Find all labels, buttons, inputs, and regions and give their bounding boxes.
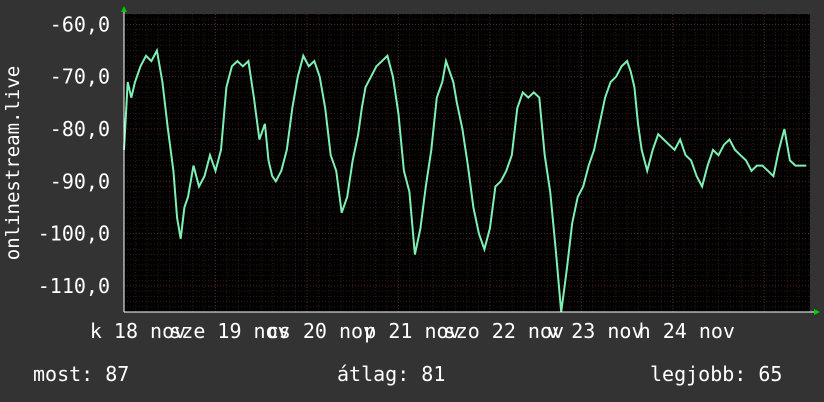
y-axis-ticks: -60,0 -70,0 -80,0 -90,0 -100,0 -110,0	[38, 12, 110, 297]
y-axis-arrow	[121, 6, 127, 12]
stat-current: most: 87	[33, 362, 130, 386]
x-tick-label: szo 22 nov	[444, 319, 564, 343]
y-tick-label: -70,0	[50, 65, 110, 89]
x-axis-ticks: k 18 novsze 19 novcs 20 novp 21 novszo 2…	[90, 319, 735, 343]
y-tick-label: -90,0	[50, 169, 110, 193]
x-axis-arrow	[814, 309, 820, 315]
chart: -60,0 -70,0 -80,0 -90,0 -100,0 -110,0 k 18 no…	[2, 6, 820, 343]
stat-best: legjobb: 65	[650, 362, 783, 386]
y-tick-label: -80,0	[50, 117, 110, 141]
stat-average: átlag: 81	[337, 362, 446, 386]
x-tick-label: v 23 nov	[547, 319, 643, 343]
x-tick-label: cs 20 nov	[267, 319, 375, 343]
y-tick-label: -110,0	[38, 274, 110, 298]
y-tick-label: -100,0	[38, 222, 110, 246]
y-tick-label: -60,0	[50, 12, 110, 36]
y-axis-label: onlinestream.live	[2, 66, 24, 260]
x-tick-label: h 24 nov	[639, 319, 735, 343]
